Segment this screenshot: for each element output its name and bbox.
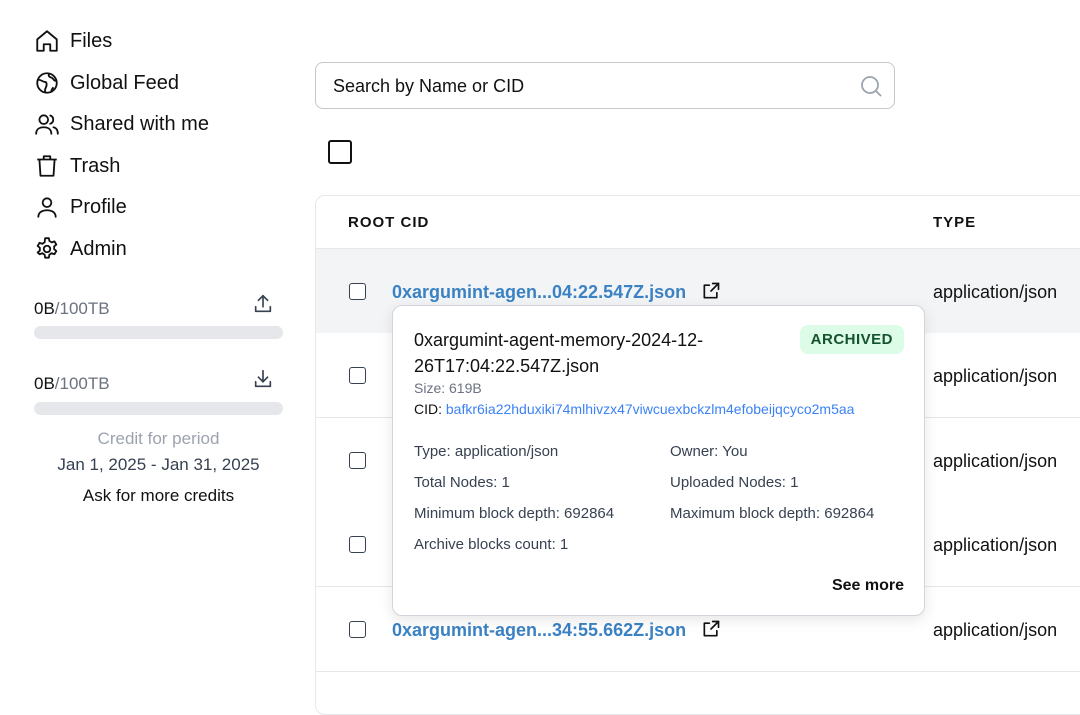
download-button[interactable] bbox=[250, 368, 276, 394]
file-type: application/json bbox=[933, 451, 1058, 471]
file-type: application/json bbox=[933, 535, 1058, 555]
popover-max-depth: Maximum block depth: 692864 bbox=[670, 505, 875, 522]
popover-cid-label: CID: bbox=[414, 401, 446, 417]
popover-type: Type: application/json bbox=[414, 443, 559, 460]
popover-archive-blocks: Archive blocks count: 1 bbox=[414, 536, 569, 553]
file-name-link[interactable]: 0xargumint-agen...04:22.547Z.json bbox=[392, 282, 686, 303]
external-link-icon[interactable] bbox=[700, 618, 722, 640]
row-checkbox[interactable] bbox=[349, 621, 366, 638]
row-checkbox[interactable] bbox=[349, 452, 366, 469]
sidebar-item-label: Files bbox=[70, 29, 113, 52]
sidebar-item-files[interactable]: Files bbox=[34, 25, 112, 57]
sidebar-item-label: Shared with me bbox=[70, 112, 209, 135]
popover-min-depth: Minimum block depth: 692864 bbox=[414, 505, 615, 522]
download-icon bbox=[252, 368, 274, 395]
upload-quota-label: 0B/100TB bbox=[34, 299, 110, 319]
search-box bbox=[315, 62, 895, 110]
file-name-link[interactable]: 0xargumint-agen...34:55.662Z.json bbox=[392, 620, 686, 641]
ask-more-credits-link[interactable]: Ask for more credits bbox=[34, 486, 283, 506]
upload-icon bbox=[252, 293, 274, 320]
search-icon[interactable] bbox=[858, 73, 884, 99]
table-header: ROOT CID TYPE bbox=[316, 196, 1080, 249]
file-type: application/json bbox=[933, 282, 1058, 302]
user-icon bbox=[34, 194, 60, 220]
popover-total-nodes: Total Nodes: 1 bbox=[414, 474, 510, 491]
file-type: application/json bbox=[933, 620, 1058, 640]
external-link-icon[interactable] bbox=[700, 280, 722, 302]
sidebar-item-shared-with-me[interactable]: Shared with me bbox=[34, 108, 209, 140]
see-more-button[interactable]: See more bbox=[832, 577, 904, 595]
users-icon bbox=[34, 111, 60, 137]
sidebar-item-label: Profile bbox=[70, 195, 127, 218]
sidebar-item-trash[interactable]: Trash bbox=[34, 150, 120, 182]
credit-period-title: Credit for period bbox=[97, 429, 220, 448]
row-checkbox[interactable] bbox=[349, 367, 366, 384]
globe-icon bbox=[34, 70, 60, 96]
row-checkbox[interactable] bbox=[349, 283, 366, 300]
status-badge: ARCHIVED bbox=[799, 325, 904, 354]
sidebar-item-admin[interactable]: Admin bbox=[34, 233, 127, 265]
upload-used: 0B bbox=[34, 299, 55, 318]
file-type: application/json bbox=[933, 366, 1058, 386]
sidebar-item-profile[interactable]: Profile bbox=[34, 191, 127, 223]
upload-button[interactable] bbox=[250, 293, 276, 319]
download-total: /100TB bbox=[54, 374, 110, 393]
popover-owner: Owner: You bbox=[670, 443, 748, 460]
select-all-checkbox[interactable] bbox=[328, 140, 352, 164]
download-used: 0B bbox=[34, 374, 55, 393]
search-input[interactable] bbox=[331, 63, 855, 110]
download-quota-label: 0B/100TB bbox=[34, 374, 110, 394]
popover-cid-value[interactable]: bafkr6ia22hduxiki74mlhivzx47viwcuexbckzl… bbox=[446, 401, 855, 417]
sidebar-item-label: Trash bbox=[70, 154, 121, 177]
gear-icon bbox=[34, 236, 60, 262]
popover-size: Size: 619B bbox=[414, 380, 482, 396]
sidebar-item-label: Admin bbox=[70, 237, 127, 260]
sidebar-item-global-feed[interactable]: Global Feed bbox=[34, 67, 179, 99]
popover-cid: CID: bafkr6ia22hduxiki74mlhivzx47viwcuex… bbox=[414, 401, 854, 417]
upload-quota-bar bbox=[34, 326, 283, 339]
popover-uploaded-nodes: Uploaded Nodes: 1 bbox=[670, 474, 799, 491]
column-header-type[interactable]: TYPE bbox=[933, 214, 976, 231]
popover-file-name: 0xargumint-agent-memory-2024-12-26T17:04… bbox=[414, 330, 704, 376]
home-icon bbox=[34, 28, 60, 54]
credit-period-range: Jan 1, 2025 - Jan 31, 2025 bbox=[57, 455, 260, 474]
upload-total: /100TB bbox=[54, 299, 110, 318]
download-quota-bar bbox=[34, 402, 283, 415]
row-checkbox[interactable] bbox=[349, 536, 366, 553]
sidebar-item-label: Global Feed bbox=[70, 71, 179, 94]
trash-icon bbox=[34, 153, 60, 179]
column-header-root-cid[interactable]: ROOT CID bbox=[348, 214, 429, 231]
file-details-popover: 0xargumint-agent-memory-2024-12-26T17:04… bbox=[392, 305, 925, 616]
